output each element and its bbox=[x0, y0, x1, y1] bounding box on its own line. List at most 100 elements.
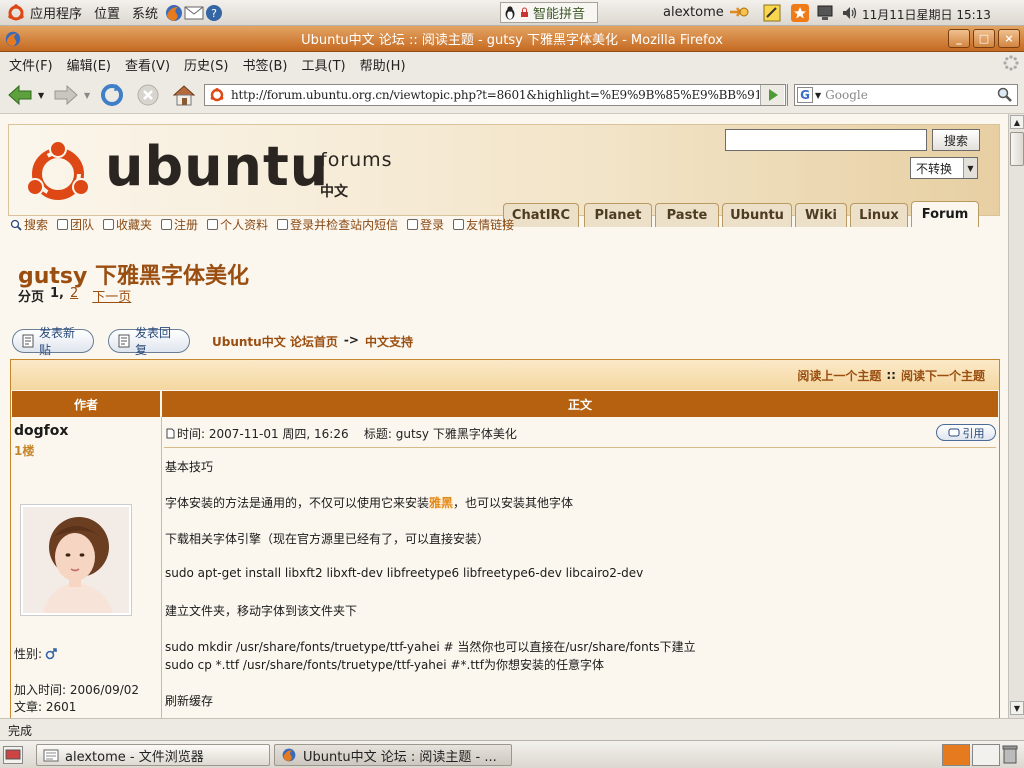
window-menu-icon[interactable] bbox=[4, 30, 22, 48]
forum-search-button[interactable]: 搜索 bbox=[932, 129, 980, 151]
firefox-launcher-icon[interactable] bbox=[164, 3, 184, 23]
stop-button[interactable] bbox=[134, 81, 162, 109]
close-button[interactable]: × bbox=[998, 29, 1020, 48]
go-button[interactable] bbox=[760, 85, 784, 105]
task-firefox[interactable]: Ubuntu中文 论坛 : 阅读主题 - ... bbox=[274, 744, 512, 766]
search-bar[interactable]: G ▼ Google bbox=[794, 84, 1018, 106]
maximize-button[interactable]: □ bbox=[973, 29, 995, 48]
workspace-1[interactable] bbox=[942, 744, 970, 766]
ubuntu-logo-icon bbox=[6, 3, 26, 23]
forum-header: ubuntu forums 中文 搜索 不转换 ▼ ChatIRC Planet… bbox=[8, 124, 1000, 227]
system-menu[interactable]: 系统 bbox=[126, 0, 164, 26]
page-content: ubuntu forums 中文 搜索 不转换 ▼ ChatIRC Planet… bbox=[0, 114, 1008, 718]
tab-linux[interactable]: Linux bbox=[850, 203, 908, 227]
tab-forum[interactable]: Forum bbox=[911, 201, 979, 227]
ubuntu-circle-logo[interactable] bbox=[23, 139, 93, 209]
post-line-6: sudo mkdir /usr/share/fonts/truetype/ttf… bbox=[165, 640, 696, 654]
menu-edit[interactable]: 编辑(E) bbox=[60, 55, 118, 74]
post-author-name[interactable]: dogfox bbox=[14, 423, 68, 439]
ubuntu-wordmark[interactable]: ubuntu bbox=[105, 137, 329, 197]
scroll-thumb[interactable] bbox=[1010, 132, 1024, 166]
back-button[interactable] bbox=[6, 81, 34, 109]
menu-help[interactable]: 帮助(H) bbox=[353, 55, 413, 74]
engine-chevron-icon[interactable]: ▼ bbox=[815, 91, 821, 100]
convert-select[interactable]: 不转换 ▼ bbox=[910, 157, 978, 179]
google-engine-icon[interactable]: G bbox=[797, 87, 813, 103]
mail-launcher-icon[interactable] bbox=[184, 3, 204, 23]
minimize-button[interactable]: _ bbox=[948, 29, 970, 48]
places-label: 位置 bbox=[94, 7, 121, 22]
menu-bookmarks[interactable]: 书签(B) bbox=[235, 55, 294, 74]
menu-tools[interactable]: 工具(T) bbox=[295, 55, 353, 74]
nav-profile[interactable]: 个人资料 bbox=[207, 216, 268, 233]
register-icon bbox=[161, 219, 173, 230]
status-bar: 完成 bbox=[0, 718, 1024, 740]
volume-icon[interactable] bbox=[841, 4, 859, 22]
tab-chatirc[interactable]: ChatIRC bbox=[503, 203, 579, 227]
reload-button[interactable] bbox=[98, 81, 126, 109]
trash-icon[interactable] bbox=[1002, 744, 1020, 766]
reply-button[interactable]: 发表回复 bbox=[108, 326, 190, 357]
pm-icon bbox=[277, 219, 289, 230]
post-line-2-text: 字体安装的方法是通用的，不仅可以使用它来安装 bbox=[165, 496, 430, 510]
user-name[interactable]: alextome bbox=[663, 5, 724, 20]
tab-planet[interactable]: Planet bbox=[584, 203, 652, 227]
window-title: Ubuntu中文 论坛 :: 阅读主题 - gutsy 下雅黑字体美化 - Mo… bbox=[301, 33, 723, 48]
prev-topic-link[interactable]: 阅读上一个主题 bbox=[797, 367, 881, 384]
next-topic-link[interactable]: 阅读下一个主题 bbox=[901, 367, 985, 384]
clock[interactable]: 11月11日星期日 15:13 bbox=[862, 6, 991, 23]
forward-history-chevron-icon[interactable]: ▼ bbox=[84, 91, 90, 100]
nav-search[interactable]: 搜索 bbox=[10, 216, 48, 233]
pagination: 分页 1, 2 下一页 bbox=[18, 286, 131, 305]
help-launcher-icon[interactable]: ? bbox=[204, 3, 224, 23]
menu-history[interactable]: 历史(S) bbox=[177, 55, 235, 74]
topic-nav-separator: :: bbox=[886, 368, 896, 382]
menu-view[interactable]: 查看(V) bbox=[118, 55, 177, 74]
post-line-2-suffix: ，也可以安装其他字体 bbox=[453, 496, 574, 510]
tab-ubuntu[interactable]: Ubuntu bbox=[722, 203, 792, 227]
page-2-link[interactable]: 2 bbox=[70, 286, 78, 305]
nav-links[interactable]: 友情链接 bbox=[453, 216, 514, 233]
nav-register[interactable]: 注册 bbox=[161, 216, 198, 233]
gender-label: 性别: bbox=[14, 647, 43, 661]
new-topic-button[interactable]: 发表新贴 bbox=[12, 326, 94, 357]
back-history-chevron-icon[interactable]: ▼ bbox=[38, 91, 44, 100]
network-icon[interactable] bbox=[728, 3, 750, 21]
breadcrumb-home[interactable]: Ubuntu中文 论坛首页 bbox=[212, 333, 338, 350]
forward-button[interactable] bbox=[52, 81, 80, 109]
nav-pm-login[interactable]: 登录并检查站内短信 bbox=[277, 216, 398, 233]
next-page-link[interactable]: 下一页 bbox=[92, 286, 131, 305]
url-text[interactable]: http://forum.ubuntu.org.cn/viewtopic.php… bbox=[231, 88, 759, 102]
search-input[interactable]: Google bbox=[825, 88, 997, 102]
task-file-browser[interactable]: alextome - 文件浏览器 bbox=[36, 744, 270, 766]
notes-icon[interactable] bbox=[762, 3, 782, 23]
tab-paste[interactable]: Paste bbox=[655, 203, 719, 227]
vertical-scrollbar[interactable]: ▲ ▼ bbox=[1008, 114, 1024, 718]
nav-team[interactable]: 团队 bbox=[57, 216, 94, 233]
display-icon[interactable] bbox=[816, 4, 834, 22]
places-menu[interactable]: 位置 bbox=[88, 0, 126, 26]
nav-favorites[interactable]: 收藏夹 bbox=[103, 216, 152, 233]
male-icon bbox=[45, 647, 57, 660]
post-meta-text: 时间: 2007-11-01 周四, 16:26 标题: gutsy 下雅黑字体… bbox=[177, 427, 517, 441]
menu-file[interactable]: 文件(F) bbox=[2, 55, 60, 74]
tab-wiki[interactable]: Wiki bbox=[795, 203, 847, 227]
home-button[interactable] bbox=[170, 81, 198, 109]
applications-menu[interactable]: 应用程序 bbox=[0, 0, 88, 26]
quote-button[interactable]: 引用 bbox=[936, 424, 996, 441]
search-magnifier-icon[interactable] bbox=[997, 87, 1013, 103]
minimize-icon: _ bbox=[956, 32, 962, 45]
scroll-down-icon[interactable]: ▼ bbox=[1010, 701, 1024, 715]
scroll-up-icon[interactable]: ▲ bbox=[1010, 115, 1024, 129]
workspace-2[interactable] bbox=[972, 744, 1000, 766]
update-notifier-icon[interactable] bbox=[790, 3, 810, 23]
author-avatar[interactable] bbox=[20, 504, 132, 616]
window-titlebar[interactable]: Ubuntu中文 论坛 :: 阅读主题 - gutsy 下雅黑字体美化 - Mo… bbox=[0, 26, 1024, 52]
show-desktop-button[interactable] bbox=[3, 746, 23, 764]
nav-login[interactable]: 登录 bbox=[407, 216, 444, 233]
menubar: 文件(F) 编辑(E) 查看(V) 历史(S) 书签(B) 工具(T) 帮助(H… bbox=[0, 52, 1024, 76]
forum-search-input[interactable] bbox=[725, 129, 927, 151]
ime-indicator[interactable]: 智能拼音 bbox=[500, 2, 598, 23]
url-bar[interactable]: http://forum.ubuntu.org.cn/viewtopic.php… bbox=[204, 84, 788, 106]
breadcrumb-forum[interactable]: 中文支持 bbox=[365, 333, 413, 350]
